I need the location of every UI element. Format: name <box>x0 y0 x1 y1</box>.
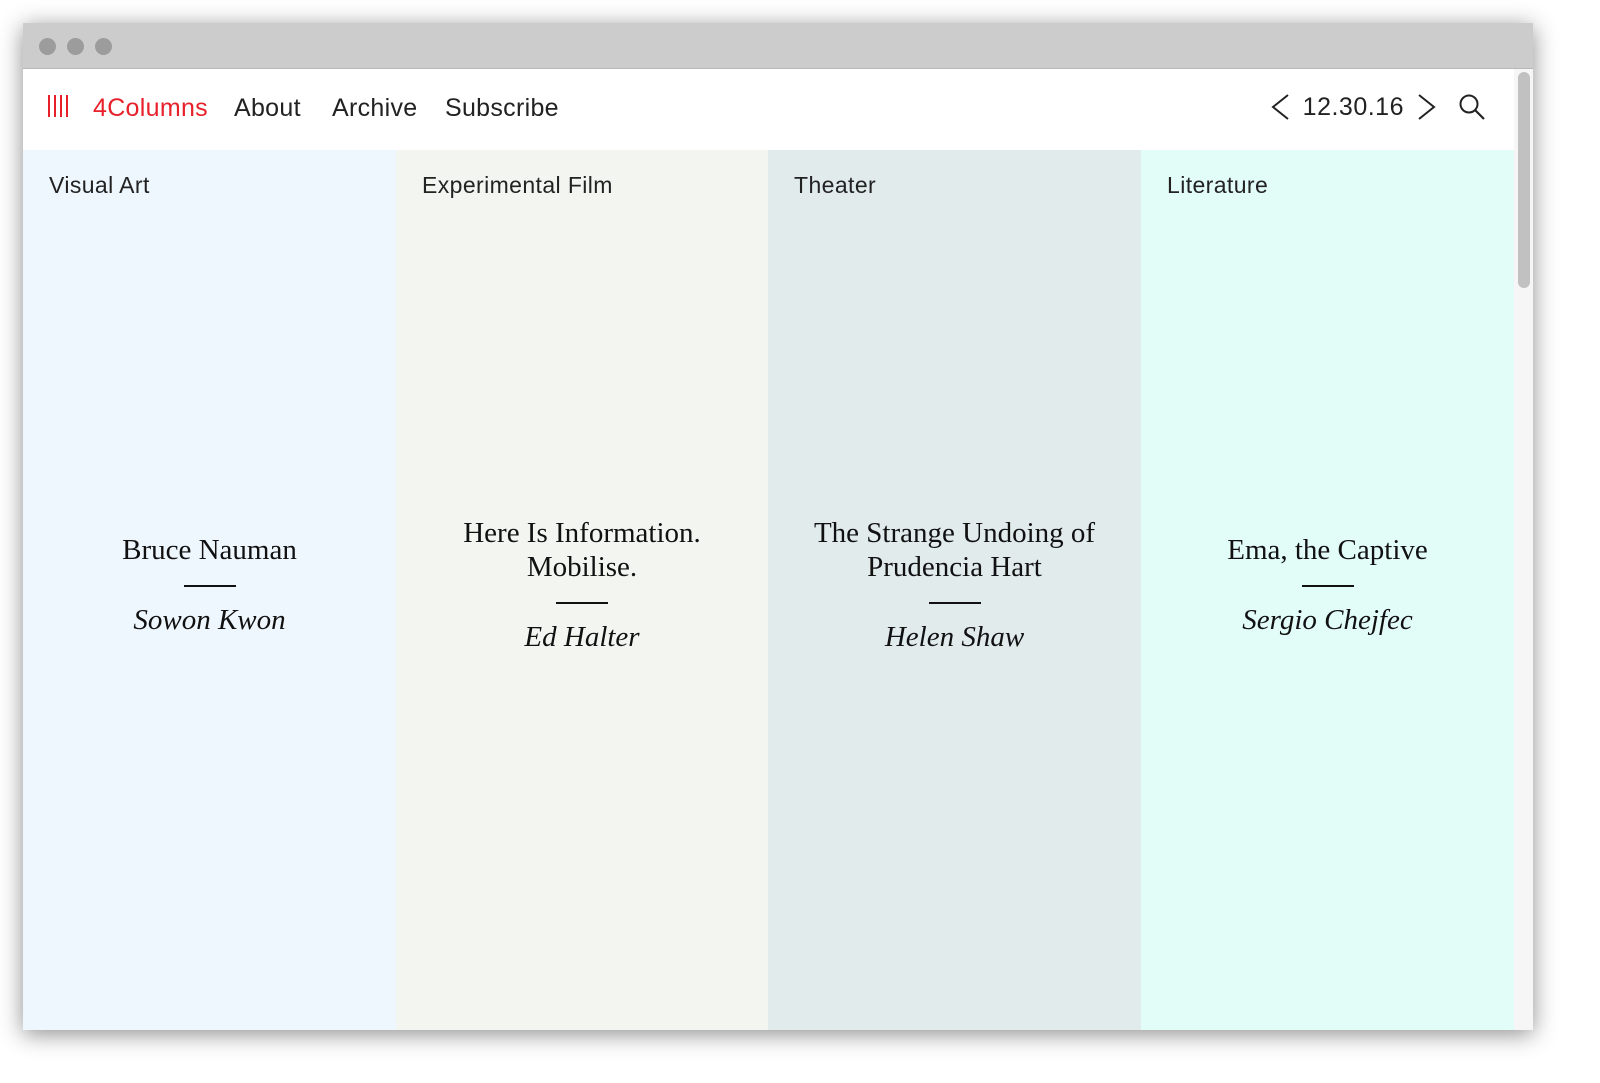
divider <box>928 602 981 604</box>
article-title[interactable]: Here Is Information. Mobilise. <box>432 516 732 584</box>
column-theater[interactable]: Theater The Strange Undoing of Prudencia… <box>768 150 1141 1030</box>
divider <box>1301 585 1354 587</box>
columns-grid: Visual Art Bruce Nauman Sowon Kwon Exper… <box>23 150 1514 1030</box>
column-experimental-film[interactable]: Experimental Film Here Is Information. M… <box>396 150 768 1030</box>
search-icon[interactable] <box>1458 93 1486 121</box>
chevron-left-icon[interactable] <box>1269 93 1291 121</box>
column-visual-art[interactable]: Visual Art Bruce Nauman Sowon Kwon <box>23 150 396 1030</box>
article-teaser: Ema, the Captive Sergio Chejfec <box>1141 150 1514 1030</box>
article-title[interactable]: Bruce Nauman <box>122 533 297 567</box>
nav-link-subscribe[interactable]: Subscribe <box>445 93 559 123</box>
close-window-button[interactable] <box>39 38 56 55</box>
article-teaser: Here Is Information. Mobilise. Ed Halter <box>396 150 768 1030</box>
issue-date: 12.30.16 <box>1302 92 1404 121</box>
divider <box>556 602 608 604</box>
date-navigator: 12.30.16 <box>1269 91 1486 123</box>
column-literature[interactable]: Literature Ema, the Captive Sergio Chejf… <box>1141 150 1514 1030</box>
four-bars-icon[interactable] <box>48 95 68 117</box>
article-title[interactable]: Ema, the Captive <box>1227 533 1428 567</box>
scrollbar[interactable] <box>1514 69 1533 1030</box>
article-title[interactable]: The Strange Undoing of Prudencia Hart <box>805 516 1105 584</box>
article-author: Sergio Chejfec <box>1242 604 1413 636</box>
title-bar <box>23 23 1533 69</box>
article-author: Sowon Kwon <box>133 604 286 636</box>
top-nav: 4Columns About Archive Subscribe 12.30.1… <box>23 69 1514 150</box>
minimize-window-button[interactable] <box>67 38 84 55</box>
article-author: Ed Halter <box>524 621 640 653</box>
nav-link-archive[interactable]: Archive <box>332 93 417 123</box>
article-teaser: Bruce Nauman Sowon Kwon <box>23 150 396 1030</box>
divider <box>183 585 236 587</box>
browser-window: 4Columns About Archive Subscribe 12.30.1… <box>23 23 1533 1030</box>
maximize-window-button[interactable] <box>95 38 112 55</box>
nav-link-about[interactable]: About <box>234 93 301 123</box>
chevron-right-icon[interactable] <box>1416 93 1438 121</box>
article-author: Helen Shaw <box>884 621 1025 653</box>
article-teaser: The Strange Undoing of Prudencia Hart He… <box>768 150 1141 1030</box>
brand-link[interactable]: 4Columns <box>93 93 208 123</box>
page-content: 4Columns About Archive Subscribe 12.30.1… <box>23 69 1514 1030</box>
scrollbar-thumb[interactable] <box>1518 72 1530 288</box>
